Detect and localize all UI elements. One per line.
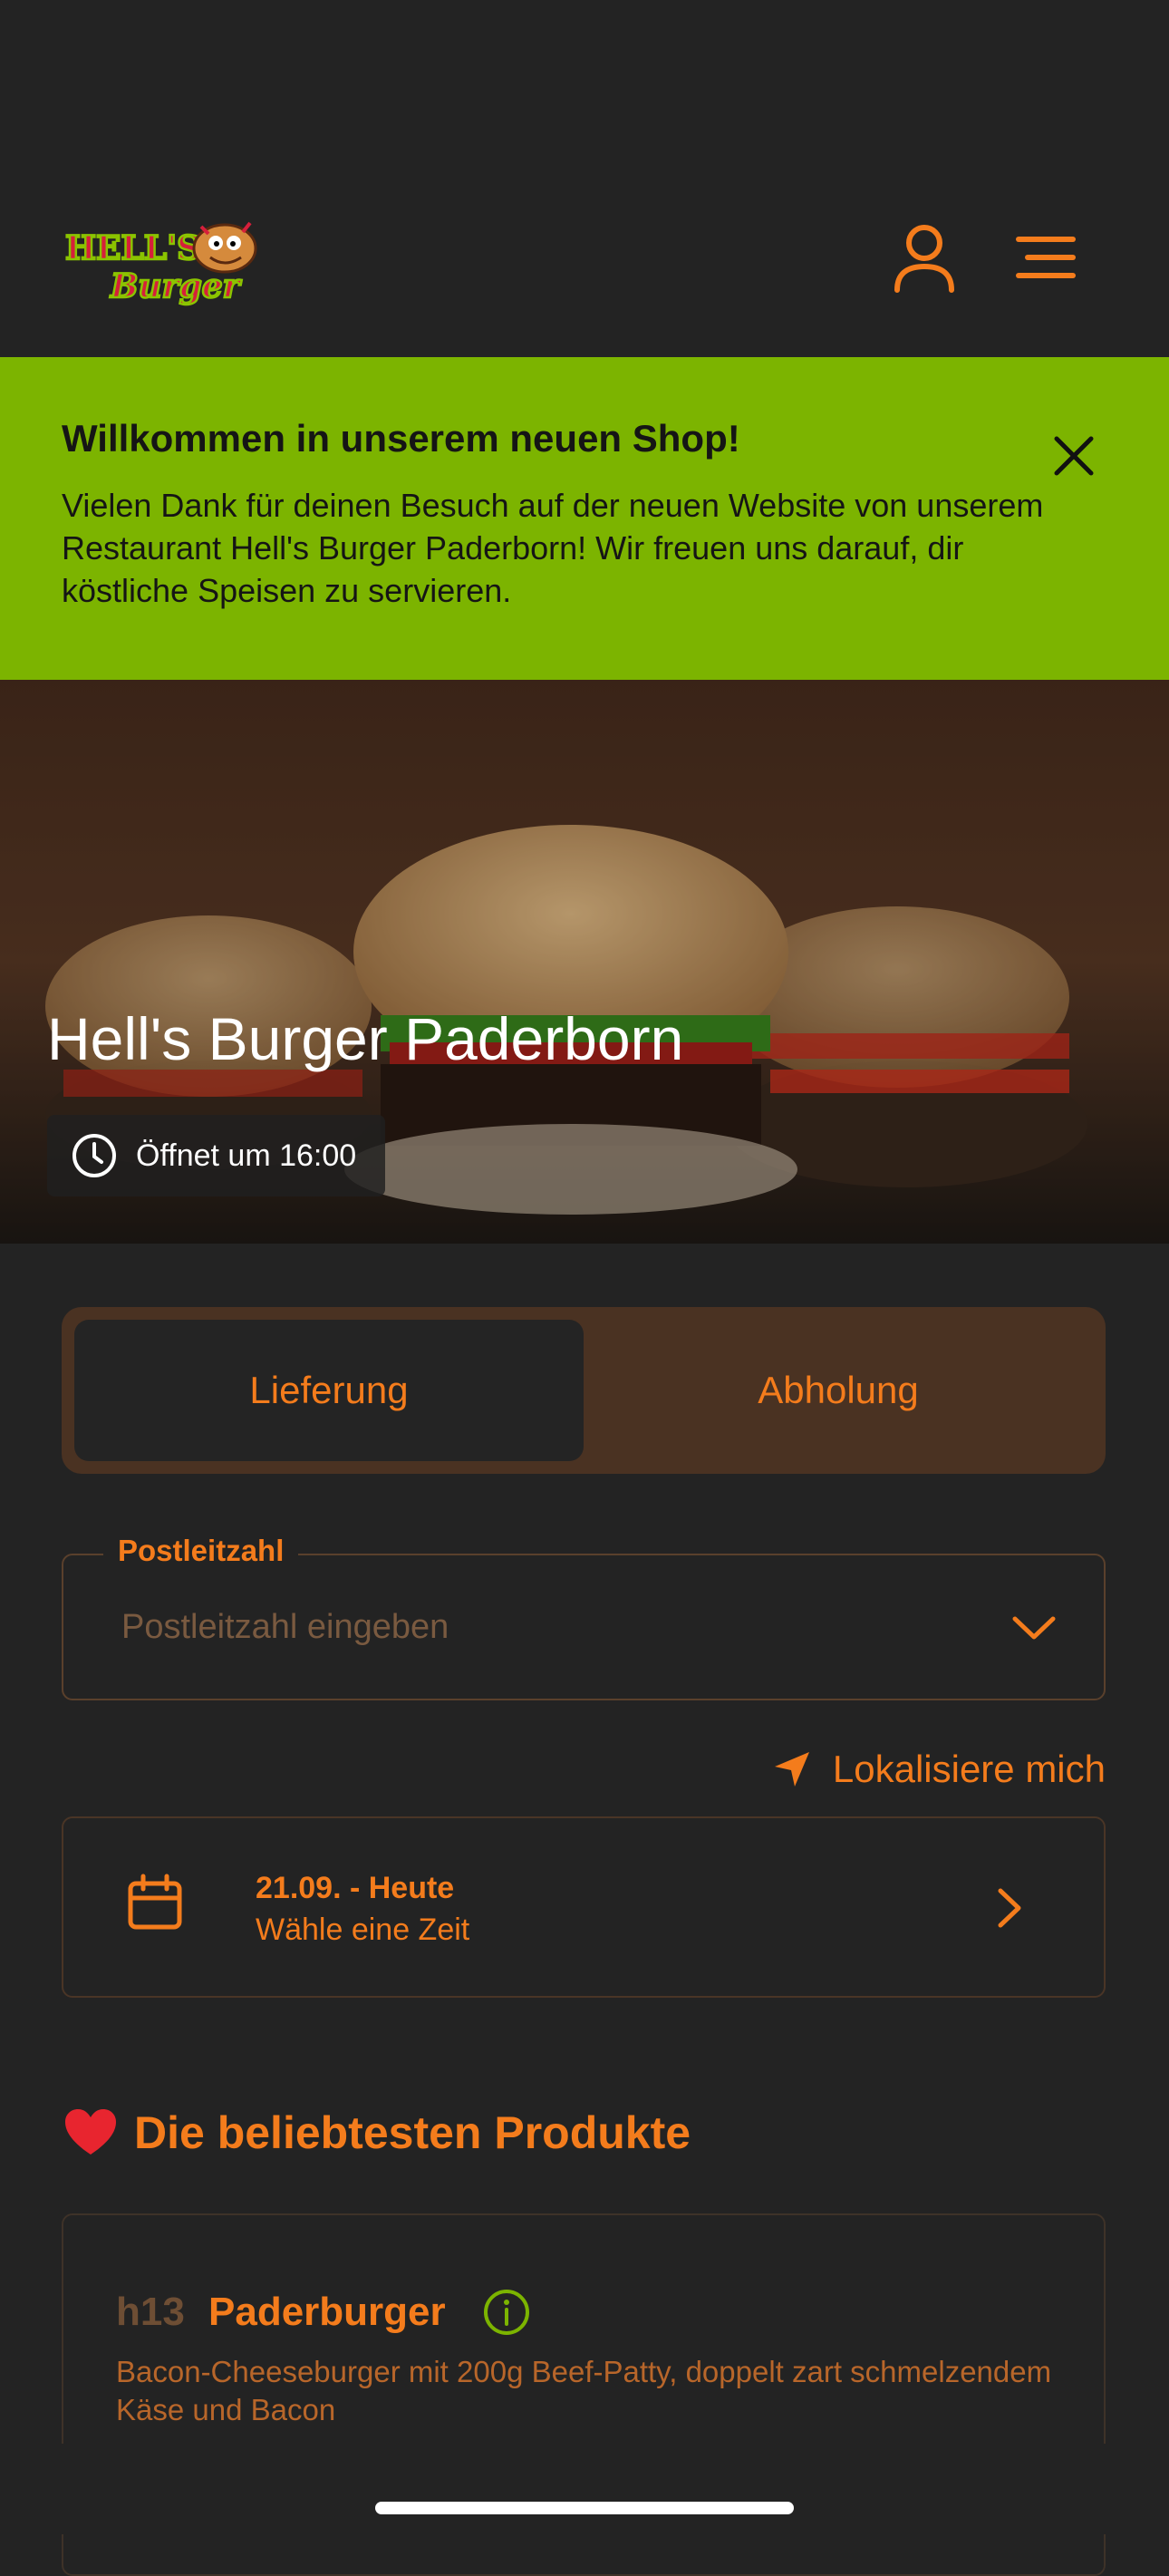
bottom-safe-area [0, 2444, 1169, 2534]
opening-status-text: Öffnet um 16:00 [136, 1138, 357, 1173]
pickup-option[interactable]: Abholung [584, 1320, 1093, 1461]
product-code: h13 [116, 2290, 185, 2334]
info-icon[interactable] [482, 2288, 531, 2337]
postcode-label: Postleitzahl [103, 1534, 299, 1568]
selected-date: 21.09. - Heute [256, 1871, 455, 1905]
delivery-option[interactable]: Lieferung [74, 1320, 584, 1461]
locate-me-label: Lokalisiere mich [832, 1748, 1106, 1790]
choose-time-hint: Wähle eine Zeit [256, 1913, 470, 1947]
popular-products-heading: Die beliebtesten Produkte [63, 2106, 691, 2159]
welcome-banner: Willkommen in unserem neuen Shop! Vielen… [0, 357, 1169, 680]
svg-text:HELL'S: HELL'S [65, 229, 200, 267]
restaurant-name: Hell's Burger Paderborn [47, 1005, 684, 1072]
product-description: Bacon-Cheeseburger mit 200g Beef-Patty, … [116, 2355, 1052, 2426]
product-name: Paderburger [208, 2290, 446, 2334]
hells-burger-logo[interactable]: HELL'S Burger [65, 210, 279, 312]
app-header: HELL'S Burger [0, 0, 1169, 357]
clock-icon [72, 1134, 116, 1177]
banner-title: Willkommen in unserem neuen Shop! [62, 417, 740, 460]
heart-icon [65, 2109, 116, 2155]
popular-products-title: Die beliebtesten Produkte [134, 2107, 691, 2158]
time-picker-card[interactable]: 21.09. - Heute Wähle eine Zeit [62, 1816, 1106, 1998]
postcode-placeholder: Postleitzahl eingeben [121, 1608, 449, 1646]
postcode-select[interactable]: Postleitzahl Postleitzahl eingeben [62, 1534, 1106, 1700]
user-icon[interactable] [886, 219, 962, 295]
chevron-right-icon[interactable] [990, 1885, 1029, 1931]
calendar-icon [128, 1874, 182, 1930]
close-icon[interactable] [1051, 433, 1097, 483]
order-mode-toggle: Lieferung Abholung [62, 1307, 1106, 1474]
banner-text: Vielen Dank für deinen Besuch auf der ne… [62, 487, 1044, 609]
location-arrow-icon [774, 1752, 809, 1787]
home-indicator[interactable] [375, 2502, 794, 2514]
hero-image: Hell's Burger Paderborn Öffnet um 16:00 [0, 680, 1169, 1244]
hamburger-menu-icon[interactable] [1008, 219, 1084, 295]
chevron-down-icon[interactable] [1010, 1603, 1058, 1651]
opening-status: Öffnet um 16:00 [47, 1115, 386, 1196]
locate-me-button[interactable]: Lokalisiere mich [771, 1748, 1106, 1791]
